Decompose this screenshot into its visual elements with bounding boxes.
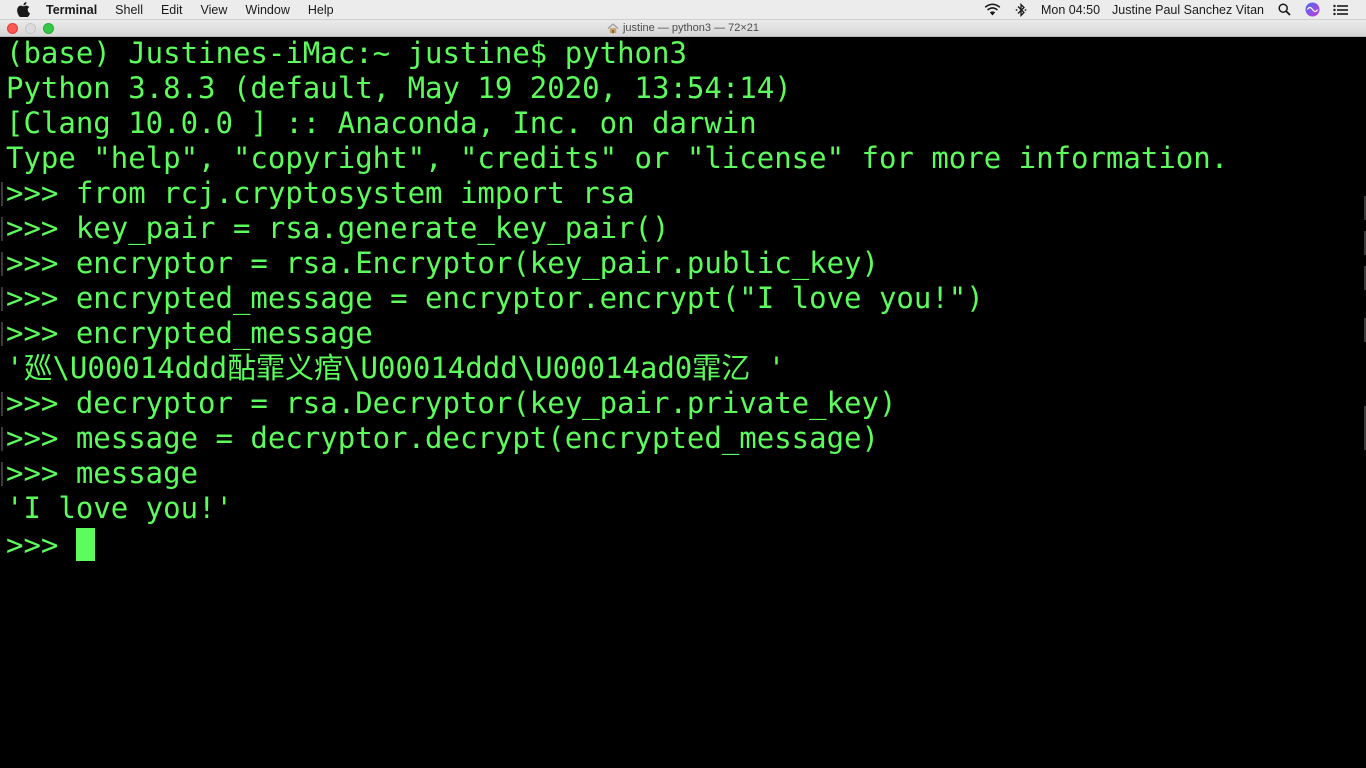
menu-shell[interactable]: Shell	[106, 0, 152, 19]
terminal-prompt: >>>	[6, 528, 76, 562]
menu-edit[interactable]: Edit	[152, 0, 192, 19]
apple-logo-icon[interactable]	[16, 2, 30, 18]
menu-help[interactable]: Help	[299, 0, 343, 19]
window-title-text: justine — python3 — 72×21	[622, 22, 760, 34]
home-folder-icon	[607, 22, 619, 34]
scroll-marks	[1362, 38, 1366, 458]
menu-app-terminal[interactable]: Terminal	[44, 0, 106, 19]
menu-clock[interactable]: Mon 04:50	[1041, 3, 1100, 17]
terminal-line: >>> from rcj.cryptosystem import rsa	[1, 178, 1366, 213]
menu-bar-left: Terminal Shell Edit View Window Help	[0, 0, 343, 19]
terminal-line: >>> key_pair = rsa.generate_key_pair()	[1, 213, 1366, 248]
window-title: justine — python3 — 72×21	[607, 22, 759, 34]
wifi-icon[interactable]	[984, 2, 1002, 18]
terminal-line: (base) Justines-iMac:~ justine$ python3	[6, 38, 687, 70]
terminal-line: Type "help", "copyright", "credits" or "…	[6, 141, 1229, 175]
menu-user-name[interactable]: Justine Paul Sanchez Vitan	[1112, 3, 1264, 17]
terminal-line: >>> message	[1, 458, 1366, 493]
window-controls	[7, 23, 61, 34]
terminal-input-line[interactable]: >>>	[6, 528, 1366, 563]
terminal-line: Python 3.8.3 (default, May 19 2020, 13:5…	[6, 71, 792, 105]
menu-view[interactable]: View	[192, 0, 237, 19]
terminal-line: >>> encryptor = rsa.Encryptor(key_pair.p…	[1, 248, 1366, 283]
zoom-window-button[interactable]	[43, 23, 54, 34]
minimize-window-button[interactable]	[25, 23, 36, 34]
terminal-line: '廵\U00014ddd酟霏义痯\U00014ddd\U00014ad0霏㲸 '	[6, 351, 786, 385]
bluetooth-icon[interactable]	[1012, 2, 1030, 18]
terminal-line: 'I love you!'	[6, 491, 233, 525]
search-icon[interactable]	[1275, 2, 1293, 18]
close-window-button[interactable]	[7, 23, 18, 34]
terminal-line: >>> encrypted_message = encryptor.encryp…	[1, 283, 1366, 318]
terminal-line: [Clang 10.0.0 ] :: Anaconda, Inc. on dar…	[6, 106, 757, 140]
terminal-output[interactable]: (base) Justines-iMac:~ justine$ python3 …	[0, 38, 1366, 768]
text-cursor	[75, 528, 95, 561]
menu-window[interactable]: Window	[236, 0, 298, 19]
terminal-line: >>> message = decryptor.decrypt(encrypte…	[1, 423, 1366, 458]
window-title-bar[interactable]: justine — python3 — 72×21	[0, 20, 1366, 37]
terminal-line: >>> decryptor = rsa.Decryptor(key_pair.p…	[1, 388, 1366, 423]
siri-icon[interactable]	[1303, 2, 1321, 18]
terminal-line: >>> encrypted_message	[1, 318, 1366, 353]
menu-bar: Terminal Shell Edit View Window Help Mon…	[0, 0, 1366, 20]
menu-bar-right: Mon 04:50 Justine Paul Sanchez Vitan	[979, 0, 1366, 19]
notification-center-icon[interactable]	[1331, 2, 1349, 18]
